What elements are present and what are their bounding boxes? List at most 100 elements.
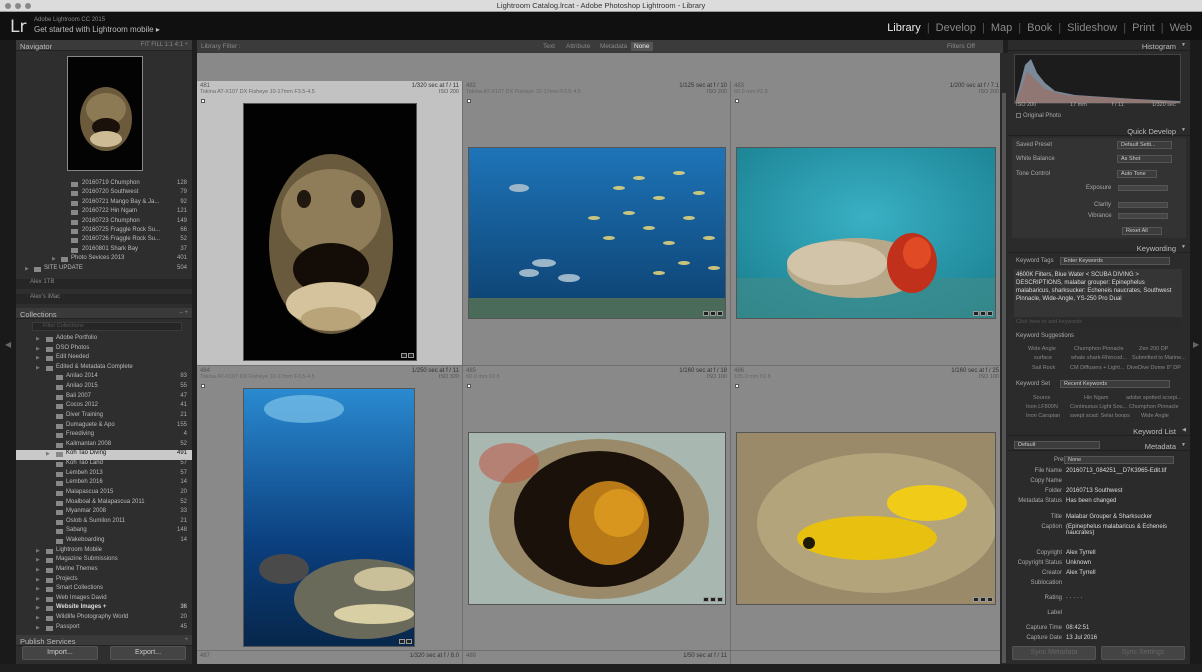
thumbnail-grouper[interactable] bbox=[243, 103, 417, 361]
pick-flag-icon[interactable] bbox=[735, 99, 739, 103]
disclosure-triangle-icon[interactable]: ▶ bbox=[36, 596, 40, 602]
collection-row[interactable]: ▶ Projects bbox=[16, 576, 192, 585]
publish-services-header[interactable]: Publish Services + bbox=[16, 635, 192, 646]
keyword-list-header[interactable]: Keyword List ◀ bbox=[1008, 425, 1190, 436]
filter-tab-metadata[interactable]: Metadata bbox=[597, 42, 630, 51]
metadata-field-value[interactable]: 20160713_084251__D7K3965-Edit.tif bbox=[1066, 468, 1166, 474]
grid-scrollbar[interactable] bbox=[1000, 53, 1008, 664]
keyword-set-item[interactable]: Continuous Light Sou... bbox=[1070, 404, 1127, 410]
left-panel-edge[interactable]: ◀ bbox=[0, 40, 16, 664]
pick-flag-icon[interactable] bbox=[201, 384, 205, 388]
grid-scroll-thumb[interactable] bbox=[1002, 93, 1006, 663]
folder-row[interactable]: 20160719 Chumphon 128 bbox=[16, 180, 192, 189]
metadata-field-value[interactable]: Unknown bbox=[1066, 560, 1091, 566]
filter-tab-attribute[interactable]: Attribute bbox=[563, 42, 593, 51]
collection-row[interactable]: Moalboal & Malapascua 2011 52 bbox=[16, 499, 192, 508]
pick-flag-icon[interactable] bbox=[467, 99, 471, 103]
grid-cell[interactable]: 487 1/320 sec at f / 8.0 bbox=[197, 651, 463, 664]
thumbnail-fish-school[interactable] bbox=[468, 147, 726, 319]
volume-row[interactable]: Alex 1TB bbox=[16, 279, 192, 289]
folder-row[interactable]: 20160723 Chumphon 149 bbox=[16, 218, 192, 227]
collection-row[interactable]: Cocos 2012 41 bbox=[16, 402, 192, 411]
module-map[interactable]: Map bbox=[989, 22, 1014, 34]
thumbnail-hermit-crab[interactable] bbox=[736, 147, 996, 319]
module-slideshow[interactable]: Slideshow bbox=[1065, 22, 1119, 34]
import-button[interactable]: Import... bbox=[22, 646, 98, 660]
disclosure-triangle-icon[interactable]: ▶ bbox=[36, 346, 40, 352]
collections-header[interactable]: Collections – + bbox=[16, 308, 192, 319]
collections-add-icon[interactable]: – + bbox=[179, 310, 188, 316]
disclosure-triangle-icon[interactable]: ▶ bbox=[36, 625, 40, 631]
collection-row[interactable]: Oslob & Sumilon 2011 21 bbox=[16, 518, 192, 527]
histogram-graph[interactable] bbox=[1014, 54, 1181, 104]
keyword-set-dropdown[interactable]: Recent Keywords bbox=[1060, 380, 1170, 388]
add-keywords-input[interactable]: Click here to add keywords bbox=[1014, 319, 1182, 328]
folder-row[interactable]: 20160725 Fraggle Rock Su... 66 bbox=[16, 227, 192, 236]
metadata-preset-dropdown[interactable]: None bbox=[1064, 456, 1174, 464]
module-library[interactable]: Library bbox=[885, 22, 923, 34]
metadata-field-value[interactable]: Alex Tyrrell bbox=[1066, 570, 1096, 576]
vibrance-buttons[interactable] bbox=[1118, 213, 1168, 219]
reset-all-button[interactable]: Reset All bbox=[1122, 227, 1162, 235]
saved-preset-dropdown[interactable]: Default Setti... bbox=[1117, 141, 1172, 149]
pick-flag-icon[interactable] bbox=[735, 384, 739, 388]
disclosure-triangle-icon[interactable]: ▶ bbox=[36, 577, 40, 583]
clarity-buttons[interactable] bbox=[1118, 202, 1168, 208]
keywording-header[interactable]: Keywording ▼ bbox=[1008, 242, 1190, 253]
keyword-set-item[interactable]: Wide Angle bbox=[1141, 413, 1169, 419]
folder-row[interactable]: ▶ Photo Sevices 2013 401 bbox=[16, 255, 192, 264]
metadata-field-value[interactable]: 20160713 Southwest bbox=[1066, 488, 1122, 494]
collection-row[interactable]: ▶ Passport 45 bbox=[16, 624, 192, 633]
folder-row[interactable]: 20160720 Southwest 79 bbox=[16, 189, 192, 198]
publish-add-icon[interactable]: + bbox=[184, 637, 188, 643]
collections-filter-input[interactable]: Filter Collections bbox=[32, 322, 182, 331]
keyword-suggestion[interactable]: Wide Angle bbox=[1028, 346, 1056, 352]
right-panel-edge[interactable]: ▶ bbox=[1190, 40, 1202, 664]
disclosure-triangle-icon[interactable]: ▶ bbox=[46, 451, 50, 457]
keyword-suggestion[interactable]: Sail Rock bbox=[1032, 365, 1055, 371]
grid-cell[interactable]: 486 105.0 mm f/2.8 1/160 sec at f / 25 I… bbox=[731, 366, 1003, 651]
collection-row[interactable]: Koh Tao Land 57 bbox=[16, 460, 192, 469]
export-button[interactable]: Export... bbox=[110, 646, 186, 660]
metadata-field-value[interactable]: · · · · · bbox=[1066, 595, 1083, 601]
filter-tab-none[interactable]: None bbox=[631, 42, 653, 51]
exposure-buttons[interactable] bbox=[1118, 185, 1168, 191]
grid-cell[interactable]: 482 Tokina AT-X107 DX Fisheye 10-17mm F3… bbox=[463, 81, 731, 366]
collection-row[interactable]: Wakeboarding 14 bbox=[16, 537, 192, 546]
collection-row[interactable]: ▶ Website Images + 36 bbox=[16, 604, 192, 613]
collection-row[interactable]: Freediving 4 bbox=[16, 431, 192, 440]
original-photo-checkbox[interactable] bbox=[1016, 113, 1021, 118]
collection-row[interactable]: ▶ Lightroom Mobile bbox=[16, 547, 192, 556]
collection-row[interactable]: ▶ Edited & Metadata Complete bbox=[16, 364, 192, 373]
grid-cell-selected[interactable]: 481 Tokina AT-X107 DX Fisheye 10-17mm F3… bbox=[197, 81, 463, 366]
collection-row[interactable]: Anilao 2014 83 bbox=[16, 373, 192, 382]
collection-row[interactable]: Malapascua 2015 20 bbox=[16, 489, 192, 498]
keyword-suggestion[interactable]: surface bbox=[1034, 355, 1052, 361]
disclosure-triangle-icon[interactable]: ▶ bbox=[36, 615, 40, 621]
folder-row[interactable]: 20160722 Hin Ngam 121 bbox=[16, 208, 192, 217]
collection-row[interactable]: ▶ DSO Photos bbox=[16, 345, 192, 354]
navigator-zoom-options[interactable]: FIT FILL 1:1 4:1 ÷ bbox=[141, 42, 188, 48]
keyword-suggestion[interactable]: CM Diffusers + Light... bbox=[1070, 365, 1124, 371]
pick-flag-icon[interactable] bbox=[201, 99, 205, 103]
grid-cell[interactable]: 488 1/50 sec at f / 11 bbox=[463, 651, 731, 664]
collection-row[interactable]: Lembeh 2013 57 bbox=[16, 470, 192, 479]
module-web[interactable]: Web bbox=[1168, 22, 1194, 34]
auto-tone-button[interactable]: Auto Tone bbox=[1117, 170, 1157, 178]
disclosure-triangle-icon[interactable]: ▶ bbox=[36, 586, 40, 592]
keyword-tags-dropdown[interactable]: Enter Keywords bbox=[1060, 257, 1170, 265]
disclosure-triangle-icon[interactable]: ▶ bbox=[36, 365, 40, 371]
collapse-right-icon[interactable]: ▶ bbox=[1193, 340, 1199, 349]
collection-row[interactable]: Lembeh 2016 14 bbox=[16, 479, 192, 488]
collection-row[interactable]: Diver Training 21 bbox=[16, 412, 192, 421]
folder-row[interactable]: ▶ SITE UPDATE 504 bbox=[16, 265, 192, 274]
histogram-header[interactable]: Histogram ▼ bbox=[1008, 40, 1190, 51]
collection-row[interactable]: Kalimantan 2008 52 bbox=[16, 441, 192, 450]
keyword-suggestion[interactable]: DiveDive Dome 8" DP bbox=[1127, 365, 1181, 371]
keyword-suggestion[interactable]: Chumphon Pinnacle bbox=[1074, 346, 1124, 352]
metadata-field-value[interactable]: (Epinephelus malabaricus & Echeneis nauc… bbox=[1066, 524, 1176, 536]
collection-row[interactable]: ▶ Web Images David bbox=[16, 595, 192, 604]
get-started-mobile-link[interactable]: Get started with Lightroom mobile ▸ bbox=[34, 25, 160, 34]
folder-row[interactable]: 20160726 Fraggle Rock Su... 52 bbox=[16, 236, 192, 245]
folder-row[interactable]: 20160801 Shark Bay 37 bbox=[16, 246, 192, 255]
